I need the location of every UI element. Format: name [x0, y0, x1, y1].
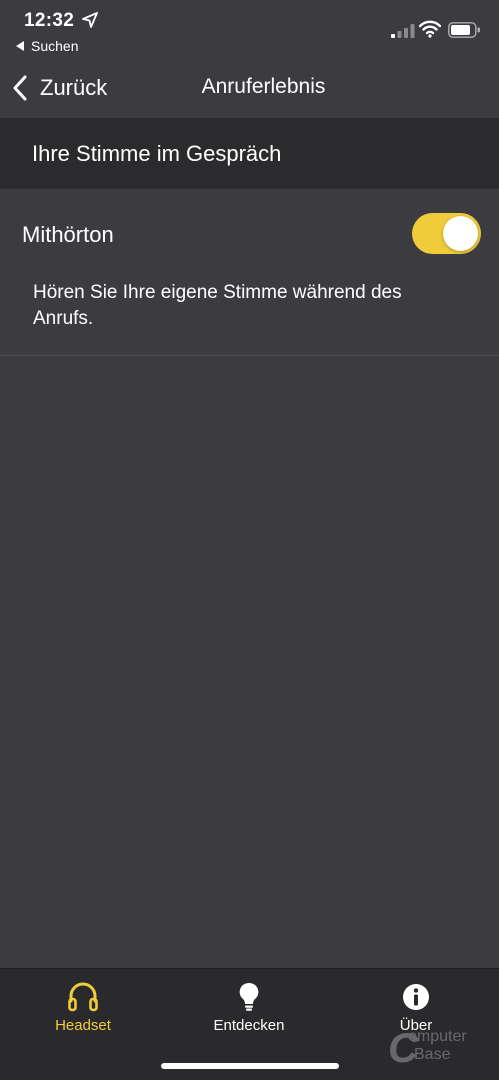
sidetone-description: Hören Sie Ihre eigene Stimme während des… — [33, 282, 402, 329]
screen: 12:32 Suchen Zurück Anruferlebnis Ihre S… — [0, 0, 499, 1080]
tab-headset-label: Headset — [55, 1017, 111, 1034]
cellular-signal-icon — [391, 24, 415, 38]
info-icon — [403, 984, 429, 1010]
section-header: Ihre Stimme im Gespräch — [0, 118, 499, 189]
battery-icon — [448, 22, 480, 38]
back-to-app-button[interactable]: Suchen — [16, 38, 78, 54]
tab-discover[interactable]: Entdecken — [166, 981, 332, 1041]
watermark-line2: Base — [414, 1046, 451, 1063]
page-title: Anruferlebnis — [201, 75, 326, 98]
back-to-app-label: Suchen — [31, 38, 79, 54]
lightbulb-icon — [239, 982, 259, 1011]
section-title: Ihre Stimme im Gespräch — [32, 141, 282, 166]
headphones-icon — [68, 982, 98, 1012]
sidetone-toggle[interactable] — [412, 213, 481, 254]
home-indicator[interactable] — [161, 1063, 339, 1069]
tab-headset[interactable]: Headset — [0, 981, 166, 1041]
tab-discover-label: Entdecken — [213, 1017, 285, 1034]
toggle-knob — [443, 216, 478, 251]
status-bar: 12:32 Suchen — [0, 0, 499, 58]
location-arrow-icon — [82, 12, 98, 28]
navigation-bar: Zurück Anruferlebnis — [0, 58, 499, 118]
watermark-line1: omputer — [408, 1028, 467, 1045]
status-time: 12:32 — [24, 10, 75, 31]
computerbase-watermark: C omputer Base — [388, 1024, 467, 1071]
back-triangle-icon — [16, 41, 24, 51]
wifi-icon — [419, 20, 441, 38]
sidetone-label: Mithörton — [22, 222, 114, 247]
sidetone-setting-row: Mithörton Hören Sie Ihre eigene Stimme w… — [0, 189, 499, 356]
